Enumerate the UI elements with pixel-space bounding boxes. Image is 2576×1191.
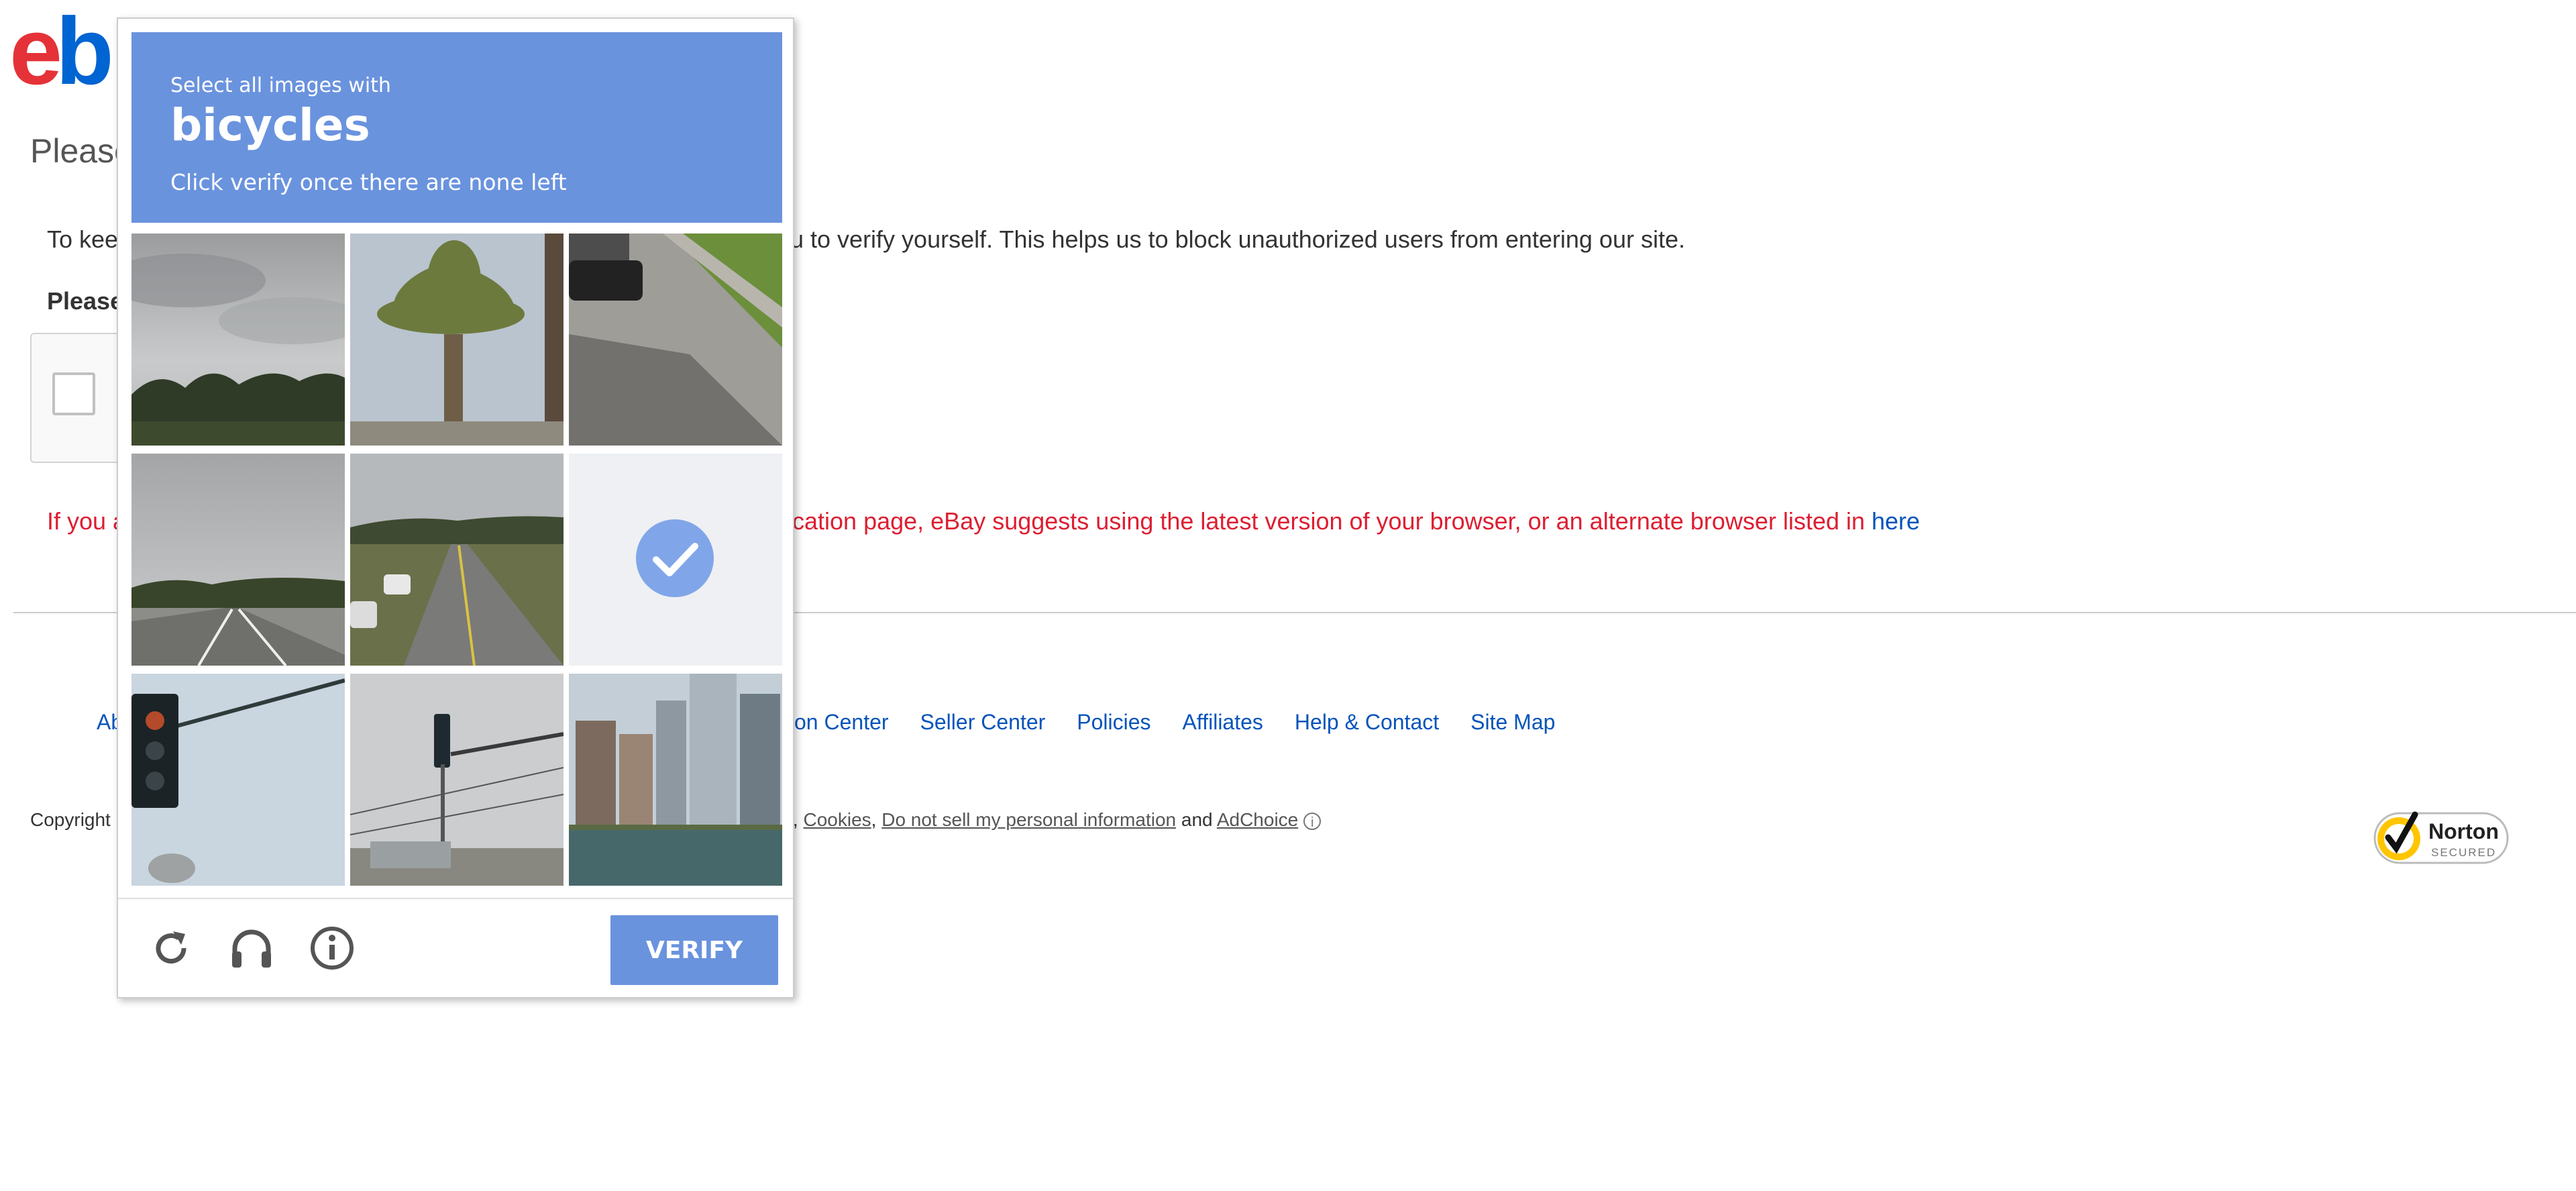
legal-links: y, Cookies, Do not sell my personal info… [785, 809, 1322, 831]
captcha-tile-1[interactable] [131, 234, 345, 446]
logo-letter-e: e [9, 0, 62, 105]
warning-text-end: ification page, eBay suggests using the … [775, 507, 1872, 535]
reload-icon[interactable] [148, 925, 195, 972]
captcha-tile-2[interactable] [350, 234, 564, 446]
footer-link-policies[interactable]: Policies [1077, 710, 1150, 734]
captcha-image-grid [131, 234, 782, 886]
cookies-link[interactable]: Cookies [803, 809, 871, 830]
captcha-tile-8[interactable] [350, 674, 564, 886]
please-label: Please [47, 287, 124, 315]
tile-5-image [350, 454, 564, 666]
intro-text-start: To kee [47, 225, 119, 253]
intro-text-end: u to verify yourself. This helps us to b… [790, 225, 1685, 253]
footer-link-affiliates[interactable]: Affiliates [1183, 710, 1263, 734]
and-text: and [1181, 809, 1213, 830]
ebay-logo[interactable]: eb [9, 0, 114, 105]
captcha-tile-4[interactable] [131, 454, 345, 666]
copyright-text: Copyright [30, 809, 111, 830]
footer-link-security-center[interactable]: tion Center [784, 710, 889, 734]
captcha-footer: VERIFY [118, 898, 793, 998]
logo-letter-b: b [55, 0, 114, 105]
footer-link-seller-center[interactable]: Seller Center [920, 710, 1046, 734]
captcha-tile-7[interactable] [131, 674, 345, 886]
captcha-tile-3[interactable] [569, 234, 782, 446]
warning-text-start: If you a [47, 507, 127, 535]
warning-text: ification page, eBay suggests using the … [775, 507, 1920, 535]
captcha-challenge: Select all images with bicycles Click ve… [117, 17, 794, 998]
tile-9-image [569, 674, 782, 886]
adchoice-link[interactable]: AdChoice [1217, 809, 1298, 830]
do-not-sell-link[interactable]: Do not sell my personal information [881, 809, 1176, 830]
headphones-icon[interactable] [228, 925, 275, 972]
tile-4-image [131, 454, 345, 666]
tile-1-image [131, 234, 345, 446]
captcha-instruction-bottom: Click verify once there are none left [170, 169, 567, 195]
norton-secured-badge[interactable]: Norton SECURED [2372, 808, 2510, 868]
tile-7-image [131, 674, 345, 886]
captcha-tile-5[interactable] [350, 454, 564, 666]
info-icon[interactable] [309, 925, 356, 972]
recaptcha-checkbox[interactable] [52, 372, 95, 415]
footer-link-help-contact[interactable]: Help & Contact [1295, 710, 1439, 734]
footer-link-site-map[interactable]: Site Map [1470, 710, 1555, 734]
tile-2-image [350, 234, 564, 446]
browser-list-link[interactable]: here [1872, 507, 1920, 535]
tile-3-image [569, 234, 782, 446]
adchoice-icon[interactable]: i [1303, 812, 1322, 830]
verify-button[interactable]: VERIFY [610, 915, 778, 985]
footer-links: tion Center Seller Center Policies Affiliat… [784, 710, 1587, 735]
norton-sub: SECURED [2431, 846, 2496, 859]
norton-name: Norton [2428, 819, 2499, 843]
captcha-header: Select all images with bicycles Click ve… [131, 32, 782, 223]
check-icon [653, 543, 698, 576]
captcha-target-word: bicycles [170, 99, 370, 151]
captcha-tile-6[interactable] [569, 454, 782, 666]
tile-8-image [350, 674, 564, 886]
captcha-instruction-top: Select all images with [170, 74, 391, 97]
captcha-tile-9[interactable] [569, 674, 782, 886]
